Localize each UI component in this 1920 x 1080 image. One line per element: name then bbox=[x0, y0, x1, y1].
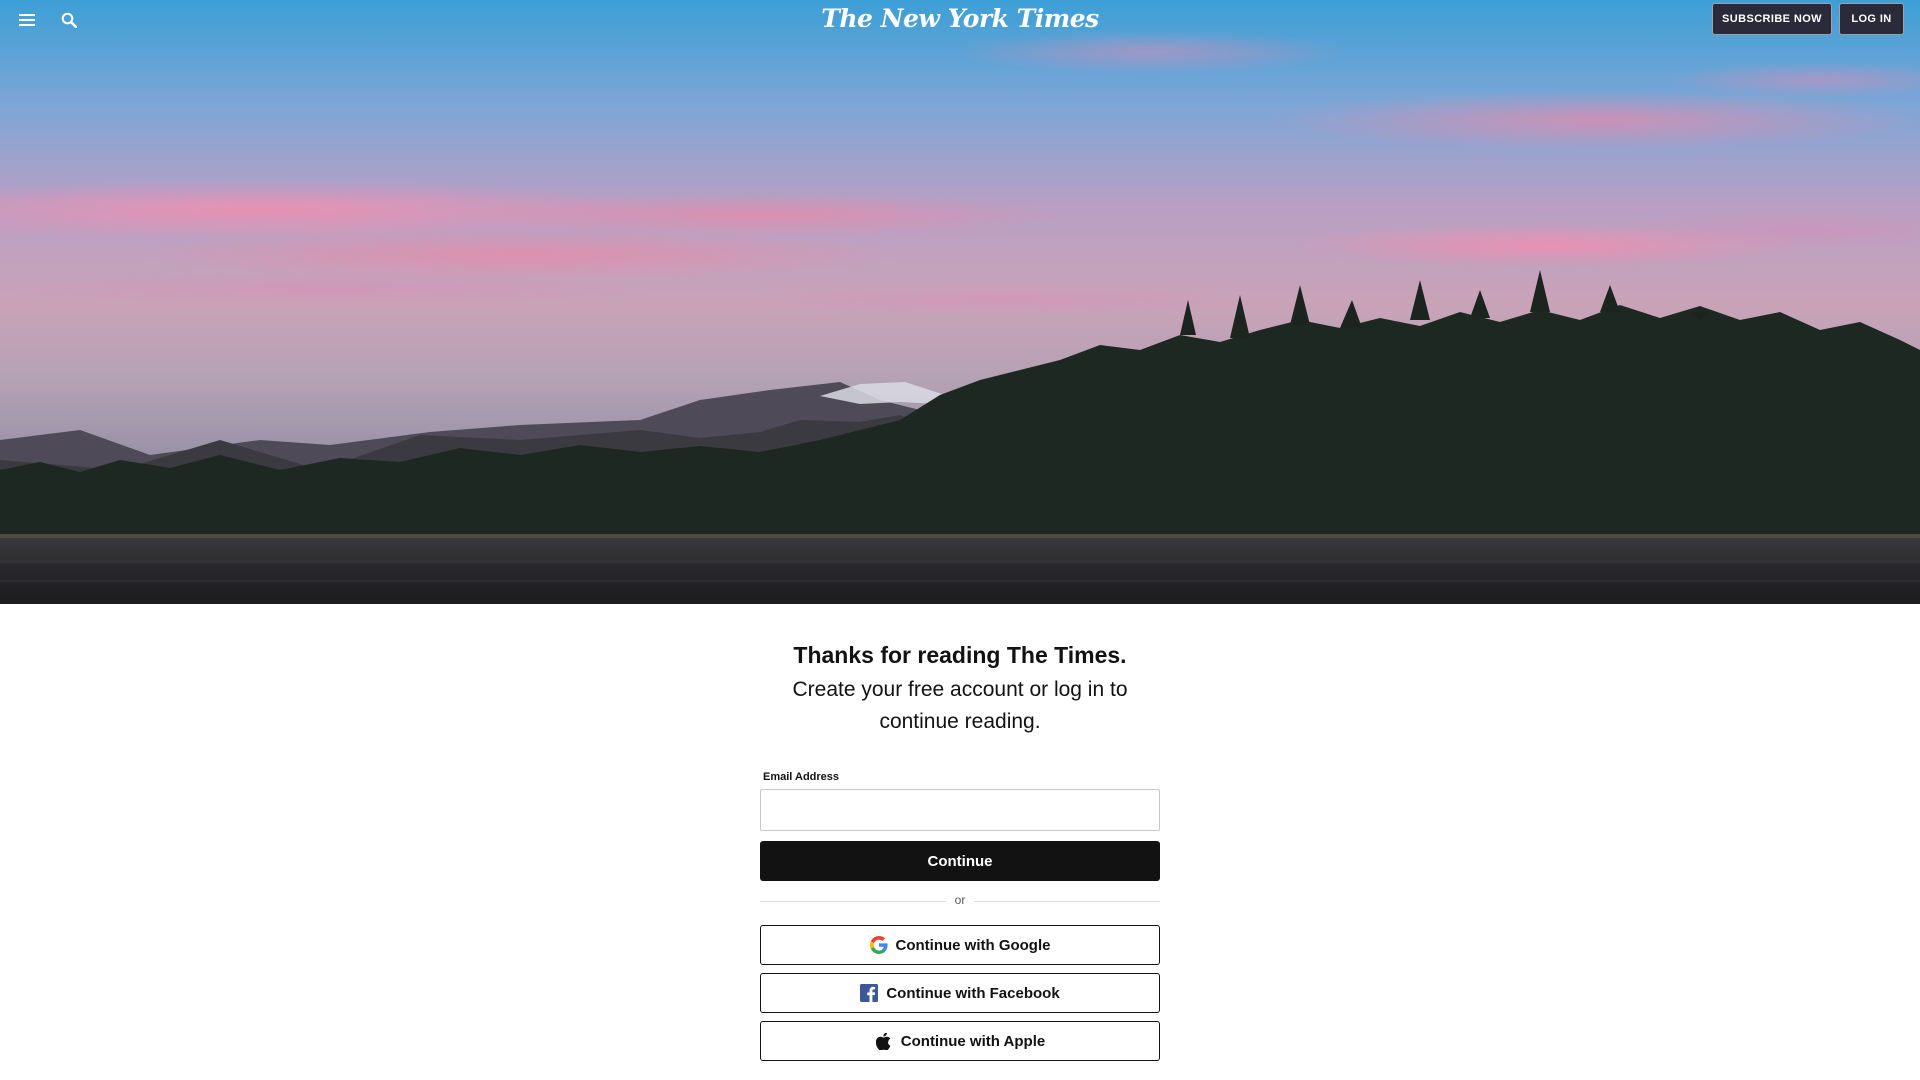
divider-text: or bbox=[954, 893, 966, 907]
facebook-icon bbox=[860, 984, 879, 1002]
google-icon bbox=[869, 936, 888, 954]
registration-gate: Thanks for reading The Times. Create you… bbox=[0, 604, 1920, 1080]
apple-button-label: Continue with Apple bbox=[900, 1032, 1046, 1050]
logo-text[interactable]: The New York Times bbox=[821, 4, 1099, 33]
nyt-logo: The New York Times bbox=[0, 4, 1920, 33]
top-bar: The New York Times SUBSCRIBE NOW LOG IN bbox=[0, 0, 1920, 40]
hero-image: The New York Times SUBSCRIBE NOW LOG IN bbox=[0, 0, 1920, 604]
landscape-photo bbox=[0, 0, 1920, 604]
gate-subhead: Create your free account or log in to co… bbox=[792, 678, 1128, 733]
divider-line-right bbox=[974, 901, 1160, 902]
or-divider: or bbox=[760, 893, 1160, 909]
gate-headline: Thanks for reading The Times. bbox=[793, 642, 1127, 668]
email-label: Email Address bbox=[763, 771, 840, 783]
google-button-label: Continue with Google bbox=[895, 936, 1051, 954]
facebook-button-label: Continue with Facebook bbox=[886, 984, 1060, 1002]
email-field[interactable] bbox=[760, 789, 1160, 831]
continue-with-apple-button[interactable]: Continue with Apple bbox=[760, 1021, 1160, 1061]
continue-button[interactable]: Continue bbox=[760, 841, 1160, 881]
continue-with-google-button[interactable]: Continue with Google bbox=[760, 925, 1160, 965]
continue-with-facebook-button[interactable]: Continue with Facebook bbox=[760, 973, 1160, 1013]
search-icon[interactable] bbox=[57, 8, 81, 32]
hamburger-icon[interactable] bbox=[15, 8, 39, 32]
apple-icon bbox=[875, 1032, 893, 1050]
log-in-button[interactable]: LOG IN bbox=[1839, 3, 1904, 35]
subscribe-now-button[interactable]: SUBSCRIBE NOW bbox=[1712, 3, 1832, 35]
